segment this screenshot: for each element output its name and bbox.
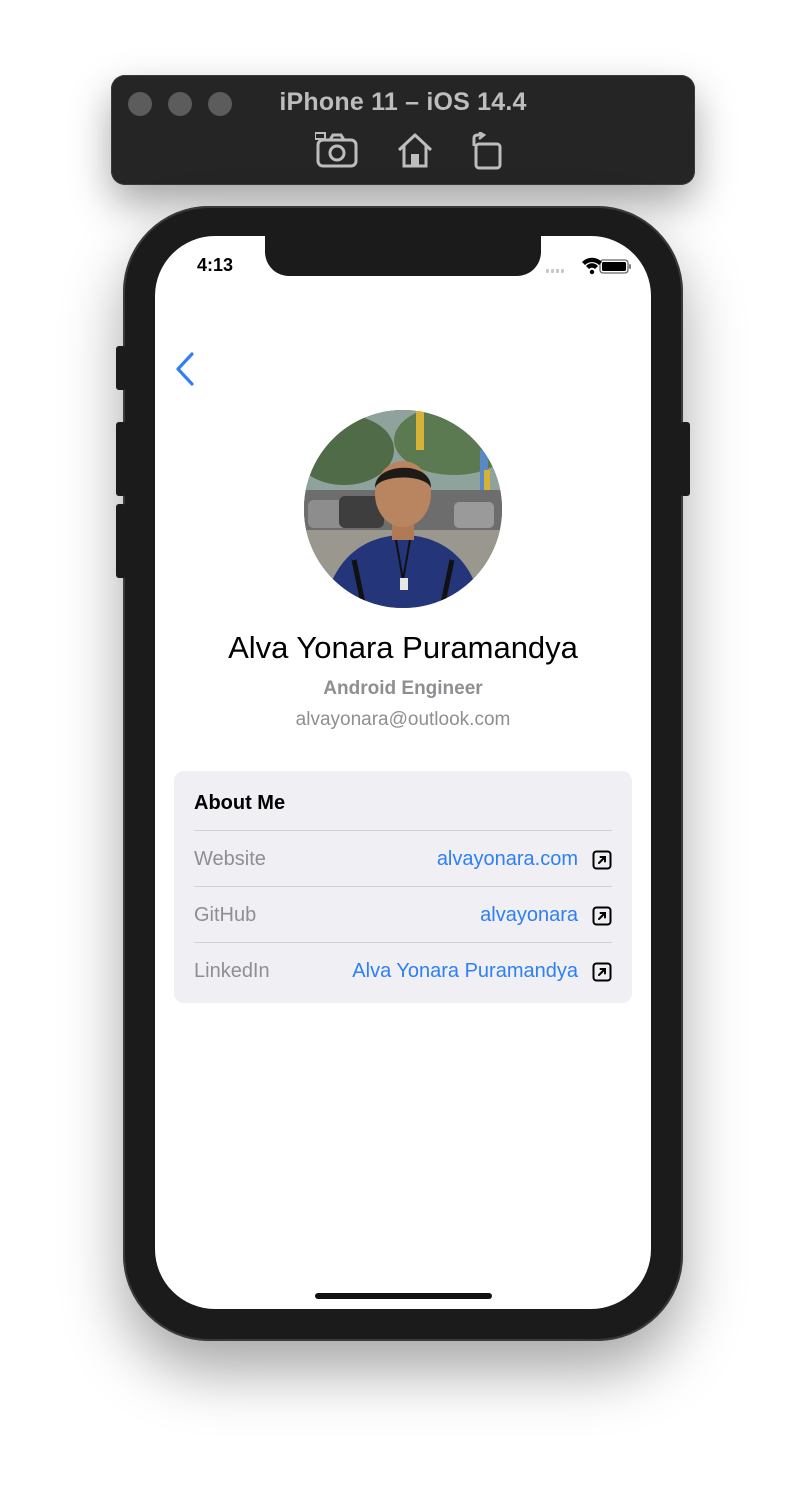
home-indicator[interactable] — [315, 1293, 492, 1299]
linkedin-link[interactable]: Alva Yonara Puramandya — [352, 960, 578, 983]
about-card: About Me Website alvayonara.com GitHub a… — [174, 771, 632, 1003]
mute-switch — [116, 346, 126, 390]
volume-down-button — [116, 504, 126, 578]
profile-name: Alva Yonara Puramandya — [228, 630, 578, 665]
wifi-icon — [582, 257, 602, 275]
website-link[interactable]: alvayonara.com — [437, 848, 578, 871]
website-row[interactable]: Website alvayonara.com — [194, 830, 612, 886]
signal-icon — [546, 269, 564, 273]
simulator-title: iPhone 11 – iOS 14.4 — [279, 88, 527, 116]
external-link-icon[interactable] — [592, 962, 612, 982]
status-icons — [546, 257, 631, 275]
about-title: About Me — [194, 792, 286, 814]
simulator-toolbar — [0, 132, 806, 172]
status-time: 4:13 — [197, 255, 234, 275]
linkedin-label: LinkedIn — [194, 960, 270, 982]
website-label: Website — [194, 848, 266, 870]
github-label: GitHub — [194, 904, 257, 926]
linkedin-row[interactable]: LinkedIn Alva Yonara Puramandya — [194, 942, 612, 998]
external-link-icon[interactable] — [592, 906, 612, 926]
notch — [265, 236, 541, 276]
profile-role: Android Engineer — [323, 678, 483, 699]
github-link[interactable]: alvayonara — [480, 904, 578, 927]
battery-icon — [599, 259, 631, 274]
profile-email: alvayonara@outlook.com — [295, 709, 511, 730]
volume-up-button — [116, 422, 126, 496]
github-row[interactable]: GitHub alvayonara — [194, 886, 612, 942]
rotate-icon[interactable] — [470, 132, 504, 170]
home-icon[interactable] — [396, 132, 434, 168]
stage: iPhone 11 – iOS 14.4 4:13 Alva Yonara Pu… — [0, 0, 806, 1490]
chevron-left-icon[interactable] — [172, 350, 198, 388]
camera-icon[interactable] — [315, 132, 359, 168]
avatar — [304, 410, 502, 608]
power-button — [680, 422, 690, 496]
external-link-icon[interactable] — [592, 850, 612, 870]
profile-photo — [304, 410, 502, 608]
